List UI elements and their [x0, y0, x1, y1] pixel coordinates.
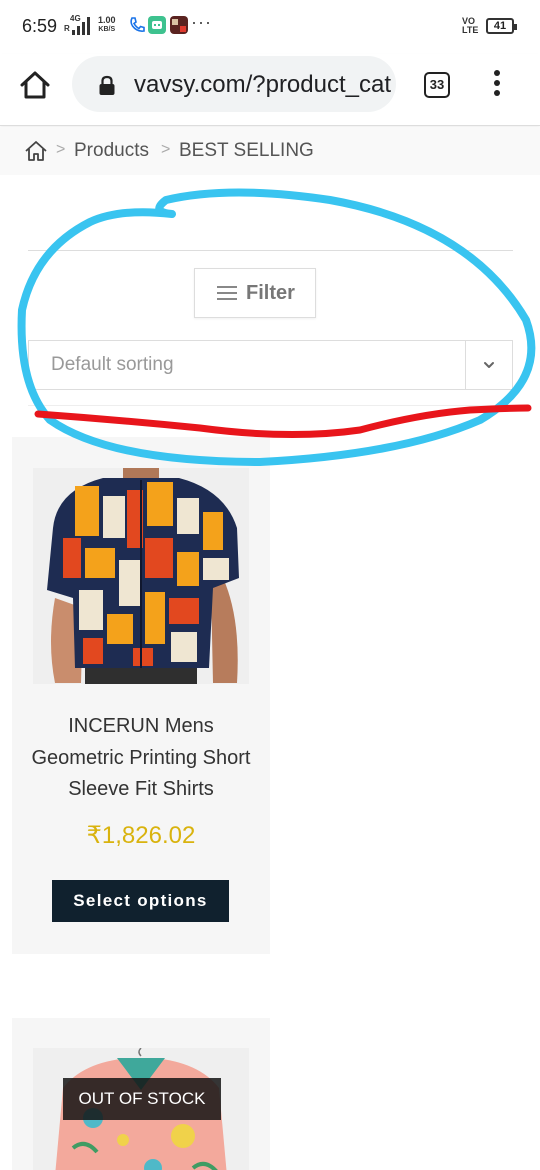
status-bar: 6:59 4G R 1.00 KB/S ··· VO LTE 41	[0, 0, 540, 54]
breadcrumb: > Products > BEST SELLING	[0, 127, 540, 175]
tab-switcher-button[interactable]: 33	[424, 72, 450, 98]
browser-toolbar: vavsy.com/?product_cat=best-selling 33	[0, 54, 540, 126]
battery-icon: 41	[486, 18, 517, 34]
filter-button[interactable]: Filter	[194, 268, 316, 318]
out-of-stock-badge: OUT OF STOCK	[63, 1078, 221, 1120]
divider	[28, 405, 513, 406]
home-icon[interactable]	[18, 68, 52, 102]
more-notifications-icon: ···	[191, 12, 212, 32]
movie-app-icon	[170, 16, 188, 34]
annotation-underline	[34, 404, 532, 439]
url-text[interactable]: vavsy.com/?product_cat=best-selling	[134, 71, 392, 99]
page: 6:59 4G R 1.00 KB/S ··· VO LTE 41 vavsy.…	[0, 0, 540, 1170]
breadcrumb-item-current: BEST SELLING	[179, 140, 314, 161]
product-image[interactable]: OUT OF STOCK	[33, 1048, 249, 1170]
product-price: ₹1,826.02	[86, 822, 196, 849]
breadcrumb-separator: >	[161, 141, 171, 158]
product-image[interactable]	[33, 468, 249, 684]
product-card[interactable]: INCERUN Mens Geometric Printing Short Sl…	[12, 437, 270, 954]
filter-label: Filter	[246, 282, 295, 304]
status-time: 6:59	[22, 16, 58, 36]
volte-icon: VO LTE	[462, 16, 479, 35]
sort-select[interactable]: Default sorting	[28, 340, 513, 390]
breadcrumb-separator: >	[56, 141, 66, 158]
signal-icon: 4G R	[64, 14, 94, 36]
menu-lines-icon	[217, 285, 237, 301]
sort-value: Default sorting	[51, 354, 174, 375]
network-speed: 1.00 KB/S	[98, 15, 116, 34]
divider	[465, 341, 466, 389]
breadcrumb-item-products[interactable]: Products	[74, 140, 149, 162]
lock-icon[interactable]	[98, 75, 116, 95]
product-card[interactable]: OUT OF STOCK	[12, 1018, 270, 1170]
chevron-down-icon[interactable]	[481, 357, 497, 373]
address-bar[interactable]: vavsy.com/?product_cat=best-selling	[72, 56, 396, 112]
select-options-button[interactable]: Select options	[52, 880, 229, 922]
messenger-app-icon	[148, 16, 166, 34]
browser-menu-icon[interactable]	[490, 70, 504, 100]
phone-icon	[128, 16, 146, 34]
product-title[interactable]: INCERUN Mens Geometric Printing Short Sl…	[22, 711, 260, 806]
divider	[28, 250, 513, 251]
breadcrumb-home-icon[interactable]	[24, 139, 48, 163]
annotation-circle	[17, 188, 536, 466]
